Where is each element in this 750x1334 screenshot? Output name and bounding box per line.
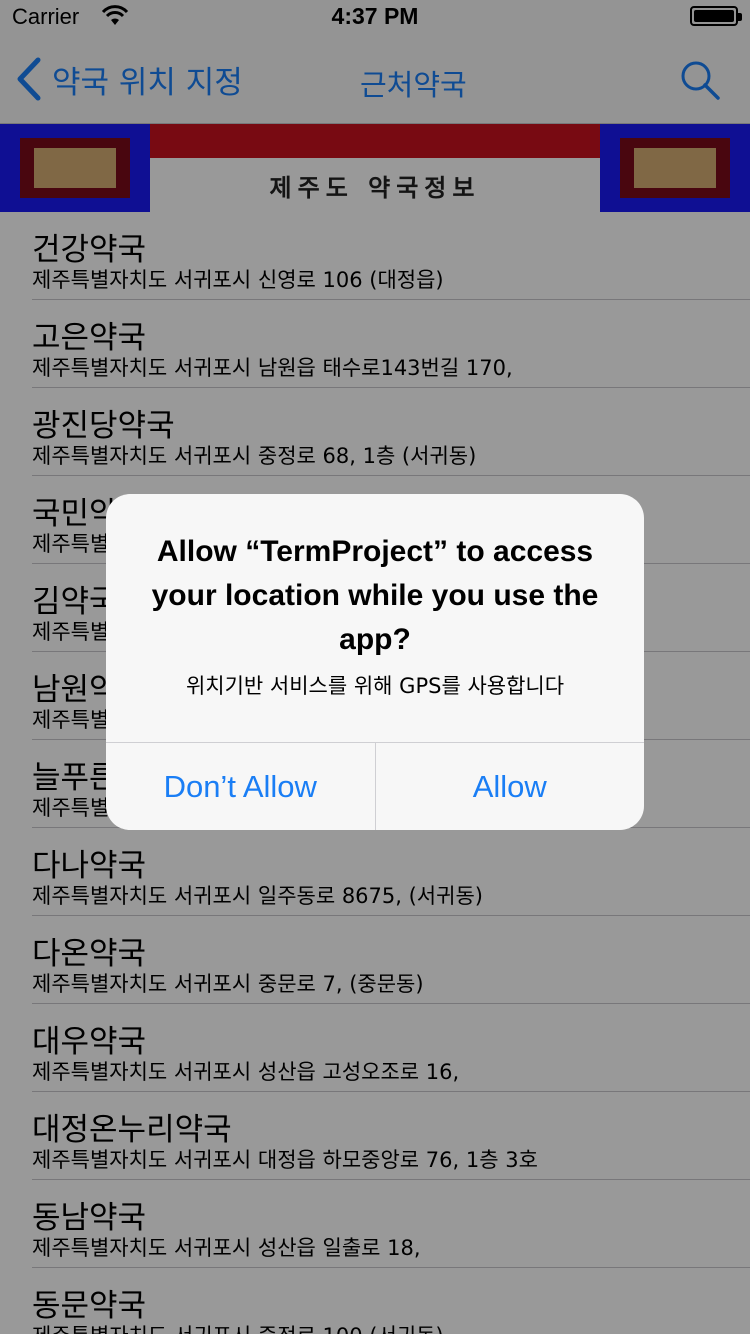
allow-button[interactable]: Allow <box>376 743 645 830</box>
alert-title: Allow “TermProject” to access your locat… <box>151 535 599 656</box>
location-permission-alert: Allow “TermProject” to access your locat… <box>106 494 644 830</box>
alert-actions: Don’t Allow Allow <box>106 742 644 830</box>
alert-message: 위치기반 서비스를 위해 GPS를 사용합니다 <box>185 674 565 698</box>
dont-allow-button[interactable]: Don’t Allow <box>106 743 376 830</box>
